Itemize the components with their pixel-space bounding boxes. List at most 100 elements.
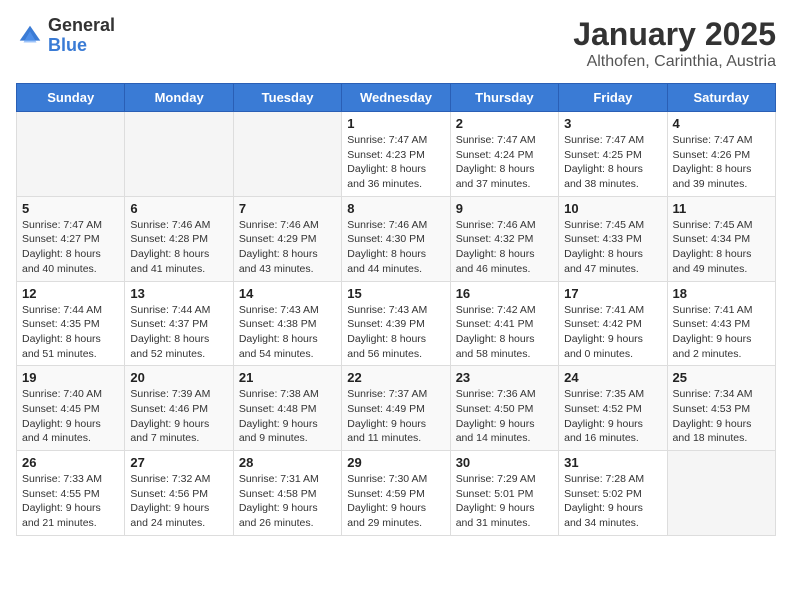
calendar-cell: 10 Sunrise: 7:45 AM Sunset: 4:33 PM Dayli…	[559, 196, 667, 281]
calendar-cell: 4 Sunrise: 7:47 AM Sunset: 4:26 PM Daylig…	[667, 112, 775, 197]
calendar-week-row: 5 Sunrise: 7:47 AM Sunset: 4:27 PM Daylig…	[17, 196, 776, 281]
calendar-cell	[125, 112, 233, 197]
day-info: Sunrise: 7:47 AM Sunset: 4:23 PM Dayligh…	[347, 133, 444, 192]
day-info: Sunrise: 7:38 AM Sunset: 4:48 PM Dayligh…	[239, 387, 336, 446]
day-number: 19	[22, 370, 119, 385]
day-number: 25	[673, 370, 770, 385]
calendar-cell: 16 Sunrise: 7:42 AM Sunset: 4:41 PM Dayli…	[450, 281, 558, 366]
title-block: January 2025 Althofen, Carinthia, Austri…	[573, 16, 776, 71]
day-number: 30	[456, 455, 553, 470]
calendar-cell: 17 Sunrise: 7:41 AM Sunset: 4:42 PM Dayli…	[559, 281, 667, 366]
day-info: Sunrise: 7:43 AM Sunset: 4:39 PM Dayligh…	[347, 303, 444, 362]
day-info: Sunrise: 7:46 AM Sunset: 4:28 PM Dayligh…	[130, 218, 227, 277]
day-number: 24	[564, 370, 661, 385]
day-info: Sunrise: 7:44 AM Sunset: 4:37 PM Dayligh…	[130, 303, 227, 362]
day-number: 21	[239, 370, 336, 385]
weekday-header: Thursday	[450, 84, 558, 112]
day-number: 31	[564, 455, 661, 470]
day-info: Sunrise: 7:47 AM Sunset: 4:26 PM Dayligh…	[673, 133, 770, 192]
day-info: Sunrise: 7:46 AM Sunset: 4:29 PM Dayligh…	[239, 218, 336, 277]
day-info: Sunrise: 7:46 AM Sunset: 4:32 PM Dayligh…	[456, 218, 553, 277]
calendar-table: SundayMondayTuesdayWednesdayThursdayFrid…	[16, 83, 776, 536]
day-number: 16	[456, 286, 553, 301]
calendar-cell: 23 Sunrise: 7:36 AM Sunset: 4:50 PM Dayli…	[450, 366, 558, 451]
day-number: 6	[130, 201, 227, 216]
calendar-cell: 19 Sunrise: 7:40 AM Sunset: 4:45 PM Dayli…	[17, 366, 125, 451]
weekday-header: Sunday	[17, 84, 125, 112]
calendar-cell: 5 Sunrise: 7:47 AM Sunset: 4:27 PM Daylig…	[17, 196, 125, 281]
calendar-cell: 3Sunrise: 7:47 AM Sunset: 4:25 PM Daylig…	[559, 112, 667, 197]
day-number: 20	[130, 370, 227, 385]
day-number: 17	[564, 286, 661, 301]
day-info: Sunrise: 7:40 AM Sunset: 4:45 PM Dayligh…	[22, 387, 119, 446]
calendar-week-row: 12 Sunrise: 7:44 AM Sunset: 4:35 PM Dayli…	[17, 281, 776, 366]
calendar-cell: 9Sunrise: 7:46 AM Sunset: 4:32 PM Daylig…	[450, 196, 558, 281]
calendar-cell: 21 Sunrise: 7:38 AM Sunset: 4:48 PM Dayli…	[233, 366, 341, 451]
calendar-week-row: 1 Sunrise: 7:47 AM Sunset: 4:23 PM Daylig…	[17, 112, 776, 197]
day-info: Sunrise: 7:33 AM Sunset: 4:55 PM Dayligh…	[22, 472, 119, 531]
day-number: 27	[130, 455, 227, 470]
day-info: Sunrise: 7:45 AM Sunset: 4:34 PM Dayligh…	[673, 218, 770, 277]
day-number: 10	[564, 201, 661, 216]
calendar-cell: 31Sunrise: 7:28 AM Sunset: 5:02 PM Dayli…	[559, 451, 667, 536]
day-number: 3	[564, 116, 661, 131]
day-number: 1	[347, 116, 444, 131]
month-title: January 2025	[573, 16, 776, 53]
calendar-cell: 12 Sunrise: 7:44 AM Sunset: 4:35 PM Dayli…	[17, 281, 125, 366]
day-number: 23	[456, 370, 553, 385]
calendar-week-row: 19 Sunrise: 7:40 AM Sunset: 4:45 PM Dayli…	[17, 366, 776, 451]
day-info: Sunrise: 7:47 AM Sunset: 4:27 PM Dayligh…	[22, 218, 119, 277]
day-number: 7	[239, 201, 336, 216]
day-info: Sunrise: 7:31 AM Sunset: 4:58 PM Dayligh…	[239, 472, 336, 531]
day-info: Sunrise: 7:44 AM Sunset: 4:35 PM Dayligh…	[22, 303, 119, 362]
day-info: Sunrise: 7:35 AM Sunset: 4:52 PM Dayligh…	[564, 387, 661, 446]
day-info: Sunrise: 7:45 AM Sunset: 4:33 PM Dayligh…	[564, 218, 661, 277]
day-info: Sunrise: 7:47 AM Sunset: 4:24 PM Dayligh…	[456, 133, 553, 192]
day-info: Sunrise: 7:42 AM Sunset: 4:41 PM Dayligh…	[456, 303, 553, 362]
calendar-cell	[233, 112, 341, 197]
weekday-header: Wednesday	[342, 84, 450, 112]
day-info: Sunrise: 7:41 AM Sunset: 4:42 PM Dayligh…	[564, 303, 661, 362]
day-info: Sunrise: 7:36 AM Sunset: 4:50 PM Dayligh…	[456, 387, 553, 446]
calendar-cell: 18Sunrise: 7:41 AM Sunset: 4:43 PM Dayli…	[667, 281, 775, 366]
weekday-header-row: SundayMondayTuesdayWednesdayThursdayFrid…	[17, 84, 776, 112]
day-number: 29	[347, 455, 444, 470]
day-number: 28	[239, 455, 336, 470]
calendar-cell: 22Sunrise: 7:37 AM Sunset: 4:49 PM Dayli…	[342, 366, 450, 451]
calendar-cell: 7 Sunrise: 7:46 AM Sunset: 4:29 PM Daylig…	[233, 196, 341, 281]
weekday-header: Saturday	[667, 84, 775, 112]
page-header: General Blue January 2025 Althofen, Cari…	[16, 16, 776, 71]
calendar-cell: 11Sunrise: 7:45 AM Sunset: 4:34 PM Dayli…	[667, 196, 775, 281]
calendar-cell: 20 Sunrise: 7:39 AM Sunset: 4:46 PM Dayli…	[125, 366, 233, 451]
day-number: 12	[22, 286, 119, 301]
day-number: 22	[347, 370, 444, 385]
calendar-cell: 25Sunrise: 7:34 AM Sunset: 4:53 PM Dayli…	[667, 366, 775, 451]
day-info: Sunrise: 7:30 AM Sunset: 4:59 PM Dayligh…	[347, 472, 444, 531]
calendar-cell	[17, 112, 125, 197]
day-number: 14	[239, 286, 336, 301]
day-number: 4	[673, 116, 770, 131]
calendar-cell: 6 Sunrise: 7:46 AM Sunset: 4:28 PM Daylig…	[125, 196, 233, 281]
day-info: Sunrise: 7:29 AM Sunset: 5:01 PM Dayligh…	[456, 472, 553, 531]
day-info: Sunrise: 7:39 AM Sunset: 4:46 PM Dayligh…	[130, 387, 227, 446]
day-info: Sunrise: 7:43 AM Sunset: 4:38 PM Dayligh…	[239, 303, 336, 362]
calendar-cell: 27Sunrise: 7:32 AM Sunset: 4:56 PM Dayli…	[125, 451, 233, 536]
day-number: 5	[22, 201, 119, 216]
calendar-week-row: 26 Sunrise: 7:33 AM Sunset: 4:55 PM Dayli…	[17, 451, 776, 536]
day-info: Sunrise: 7:41 AM Sunset: 4:43 PM Dayligh…	[673, 303, 770, 362]
weekday-header: Tuesday	[233, 84, 341, 112]
calendar-cell: 24 Sunrise: 7:35 AM Sunset: 4:52 PM Dayli…	[559, 366, 667, 451]
logo-icon	[16, 22, 44, 50]
day-number: 2	[456, 116, 553, 131]
calendar-cell: 13Sunrise: 7:44 AM Sunset: 4:37 PM Dayli…	[125, 281, 233, 366]
day-number: 8	[347, 201, 444, 216]
location-subtitle: Althofen, Carinthia, Austria	[573, 53, 776, 71]
logo: General Blue	[16, 16, 115, 56]
calendar-cell: 26 Sunrise: 7:33 AM Sunset: 4:55 PM Dayli…	[17, 451, 125, 536]
logo-general-text: General	[48, 16, 115, 36]
day-number: 26	[22, 455, 119, 470]
calendar-cell	[667, 451, 775, 536]
calendar-cell: 15Sunrise: 7:43 AM Sunset: 4:39 PM Dayli…	[342, 281, 450, 366]
calendar-cell: 1 Sunrise: 7:47 AM Sunset: 4:23 PM Daylig…	[342, 112, 450, 197]
calendar-cell: 28 Sunrise: 7:31 AM Sunset: 4:58 PM Dayli…	[233, 451, 341, 536]
